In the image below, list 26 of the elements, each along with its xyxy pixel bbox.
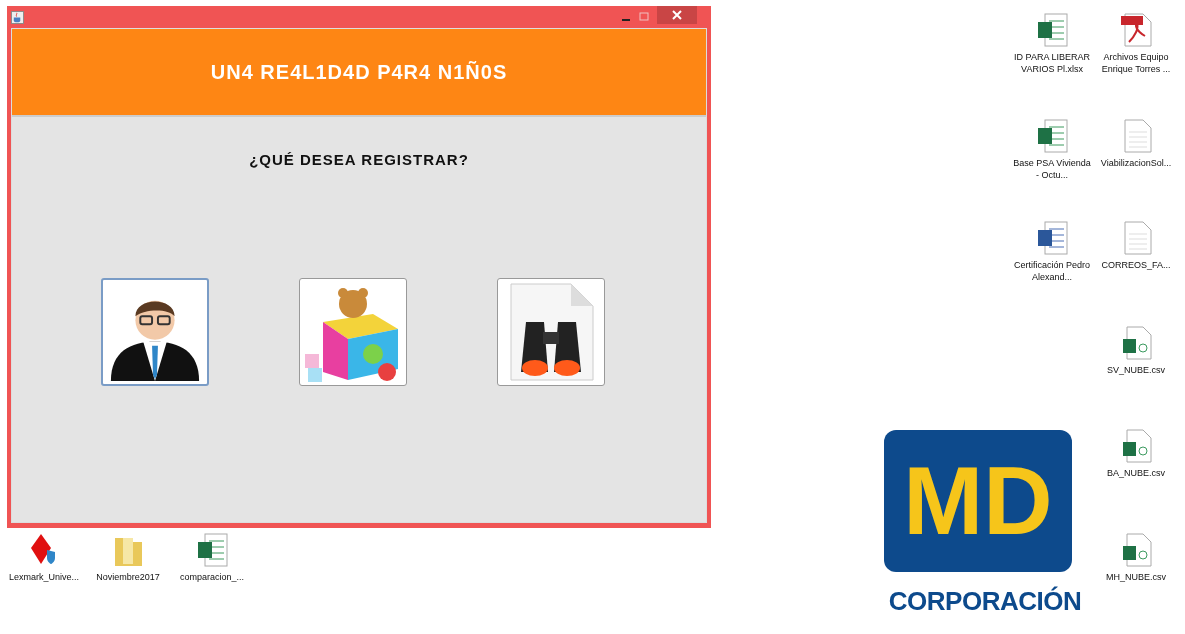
app-title: UN4 RE4L1D4D P4R4 N1Ñ0S [210,60,508,84]
file-label[interactable]: MH_NUBE.csv [1106,571,1166,583]
person-button[interactable] [101,278,209,386]
file-label[interactable]: Archivos Equipo Enrique Torres ... [1095,51,1177,75]
word-document-icon[interactable] [1035,220,1069,256]
file-label[interactable]: comparacion_... [179,571,244,583]
question-heading: ¿QUÉ DESEA REGISTRAR? [249,151,469,168]
file-label[interactable]: ViabilizacionSol... [1100,157,1172,169]
file-label[interactable]: Base PSA Vivienda - Octu... [1011,157,1093,181]
file-label[interactable]: SV_NUBE.csv [1107,364,1165,376]
search-button[interactable] [497,278,605,386]
file-label[interactable]: BA_NUBE.csv [1107,467,1165,479]
file-label[interactable]: Certificación Pedro Alexand... [1011,259,1093,283]
file-label[interactable]: ID PARA LIBERAR VARIOS Pl.xlsx [1011,51,1093,75]
pdf-file-icon[interactable] [1119,12,1153,48]
file-label[interactable]: Lexmark_Unive... [9,571,79,583]
toys-button[interactable] [299,278,407,386]
spreadsheet-file-icon[interactable] [1035,118,1069,154]
file-label[interactable]: CORREOS_FA... [1101,259,1171,271]
spreadsheet-file-icon[interactable] [1035,12,1069,48]
close-icon[interactable] [657,6,697,24]
spreadsheet-file-icon[interactable] [195,532,229,568]
coffee-cup-icon [11,10,24,24]
file-label[interactable]: Noviembre2017 [96,571,160,583]
logo-name: CORPORACIÓN [888,586,1082,617]
logo-mark: MD [903,446,1053,556]
